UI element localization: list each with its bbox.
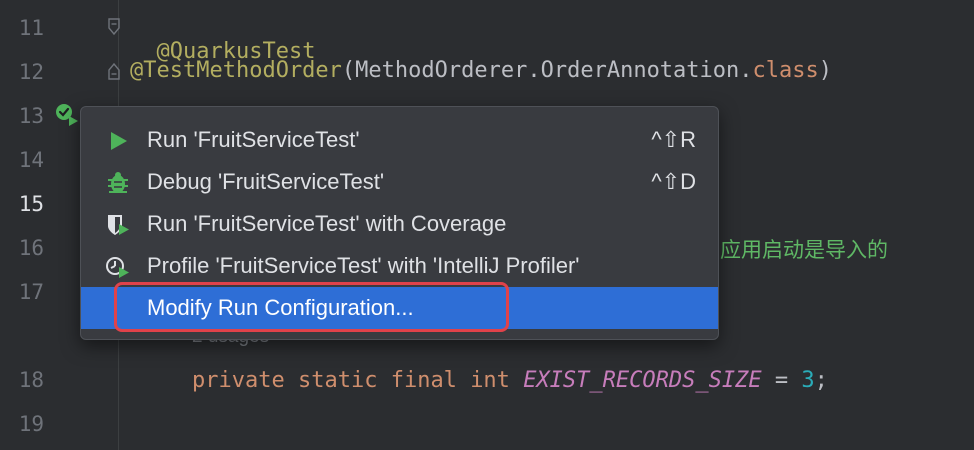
- menu-item-run[interactable]: Run 'FruitServiceTest' ^⇧R: [81, 119, 718, 161]
- fold-icon[interactable]: [108, 62, 120, 80]
- menu-item-profile[interactable]: Profile 'FruitServiceTest' with 'Intelli…: [81, 245, 718, 287]
- line-number-14: 14: [18, 148, 44, 172]
- line-number-12: 12: [18, 60, 44, 84]
- semicolon: ;: [814, 368, 828, 393]
- debug-icon: [108, 172, 128, 193]
- highlight-annotation-box: [114, 282, 509, 332]
- menu-item-shortcut: ^⇧D: [651, 169, 696, 194]
- run-icon: [111, 132, 127, 150]
- menu-item-label: Run 'FruitServiceTest': [147, 127, 360, 152]
- keyword-int: int: [470, 368, 510, 393]
- keyword-private: private: [192, 368, 285, 393]
- assign-operator: =: [774, 368, 789, 393]
- keyword-final: final: [390, 368, 457, 393]
- menu-item-debug[interactable]: Debug 'FruitServiceTest' ^⇧D: [81, 161, 718, 203]
- annotation-testmethodorder: @TestMethodOrder: [130, 58, 342, 83]
- coverage-icon: [108, 215, 129, 235]
- menu-item-label: Debug 'FruitServiceTest': [147, 169, 385, 194]
- run-test-gutter-icon[interactable]: [54, 102, 80, 128]
- close-paren: ): [818, 58, 833, 83]
- constant-name: EXIST_RECORDS_SIZE: [523, 368, 762, 393]
- line-number-13: 13: [18, 104, 44, 128]
- line-number-18: 18: [18, 368, 44, 392]
- code-line-12: @TestMethodOrder(MethodOrderer.OrderAnno…: [130, 58, 832, 83]
- fold-icon[interactable]: [108, 18, 120, 36]
- line-number-15: 15: [18, 192, 44, 216]
- line-number-17: 17: [18, 280, 44, 304]
- profiler-icon: [106, 257, 129, 278]
- menu-item-coverage[interactable]: Run 'FruitServiceTest' with Coverage: [81, 203, 718, 245]
- keyword-static: static: [297, 368, 378, 393]
- open-paren: (: [341, 58, 356, 83]
- number-literal: 3: [801, 368, 815, 393]
- annotation-argument: MethodOrderer.OrderAnnotation.: [355, 58, 753, 83]
- code-comment: 应用启动是导入的: [720, 238, 888, 262]
- menu-item-label: Profile 'FruitServiceTest' with 'Intelli…: [147, 253, 580, 278]
- code-line-18: private static final int EXIST_RECORDS_S…: [192, 368, 828, 393]
- class-keyword: class: [752, 58, 819, 83]
- line-number-11: 11: [18, 16, 44, 40]
- line-number-16: 16: [18, 236, 44, 260]
- menu-item-shortcut: ^⇧R: [651, 127, 696, 152]
- code-line-11: @QuarkusTest: [130, 14, 316, 64]
- menu-item-label: Run 'FruitServiceTest' with Coverage: [147, 211, 507, 236]
- line-number-19: 19: [18, 412, 44, 436]
